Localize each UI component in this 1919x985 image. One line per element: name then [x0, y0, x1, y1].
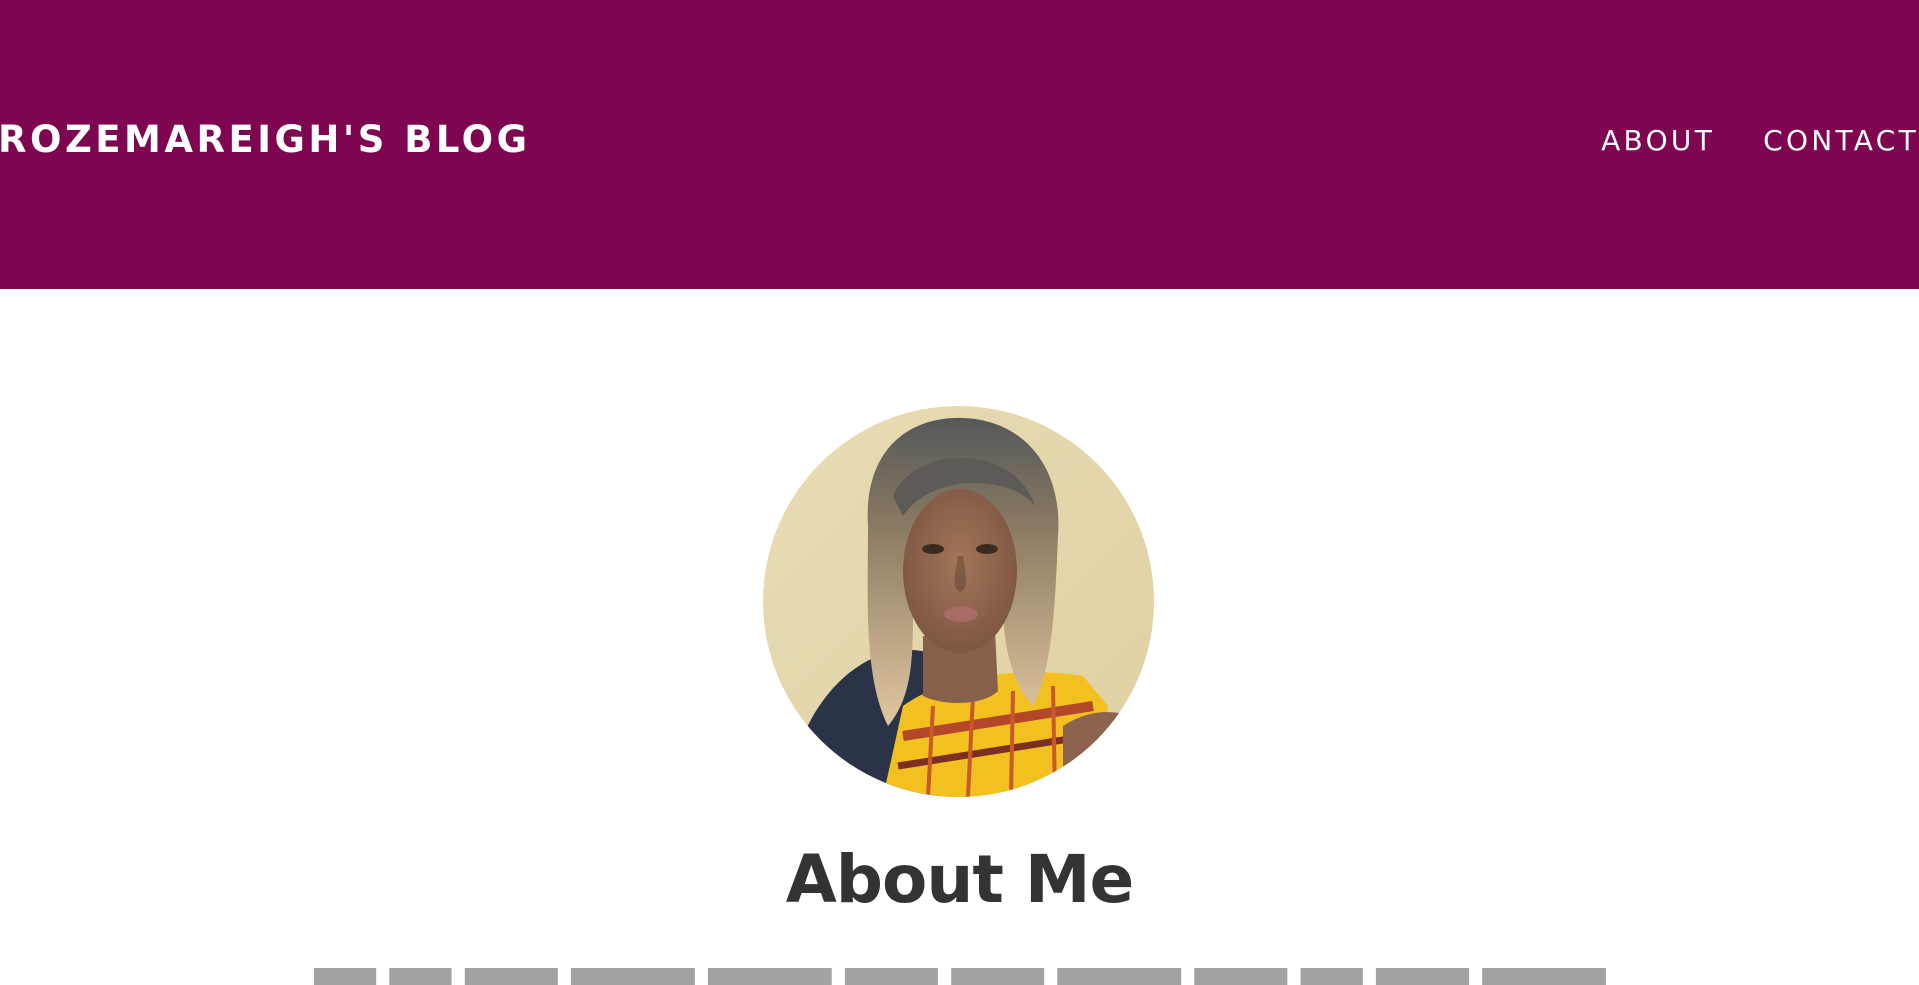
nav-link-about[interactable]: ABOUT — [1601, 118, 1715, 164]
nav-link-contact[interactable]: CONTACT — [1763, 118, 1919, 164]
profile-photo-image — [763, 406, 1154, 797]
profile-avatar — [763, 406, 1154, 797]
intro-text-cutoff: ▀▀ ▀▀ ▀▀▀ ▀▀▀▀ ▀▀▀▀ ▀▀▀ ▀▀▀ ▀▀▀▀ ▀▀▀ ▀▀ … — [0, 968, 1919, 985]
page-heading: About Me — [785, 841, 1135, 918]
main-nav: ABOUT CONTACT — [1601, 118, 1919, 164]
site-header: ROZEMAREIGH'S BLOG ABOUT CONTACT — [0, 0, 1919, 289]
site-title-link[interactable]: ROZEMAREIGH'S BLOG — [0, 115, 531, 165]
intro-text-line: ▀▀ ▀▀ ▀▀▀ ▀▀▀▀ ▀▀▀▀ ▀▀▀ ▀▀▀ ▀▀▀▀ ▀▀▀ ▀▀ … — [270, 968, 1650, 985]
